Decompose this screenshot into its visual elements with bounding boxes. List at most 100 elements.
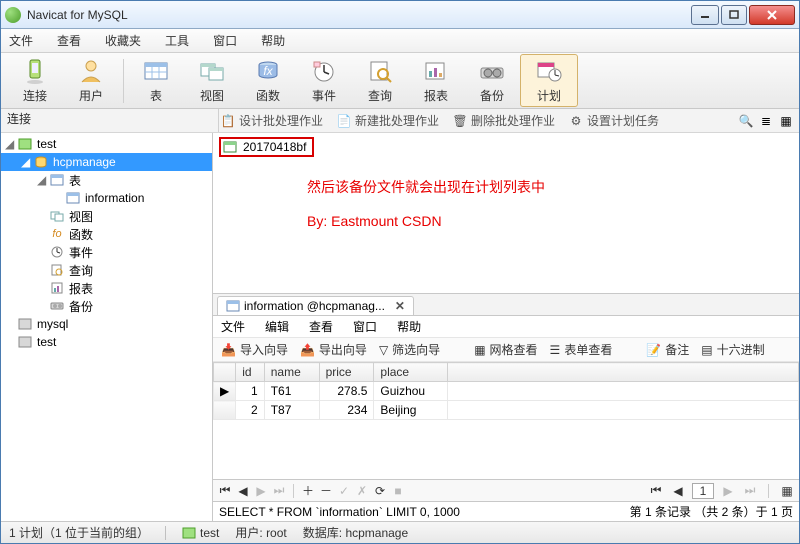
list-view-icon[interactable]: ≣: [759, 114, 773, 128]
form-icon: ☰: [550, 343, 561, 357]
menu-window[interactable]: 窗口: [213, 32, 237, 49]
tree-node-hcpmanage[interactable]: ◢hcpmanage: [1, 153, 212, 171]
tool-export[interactable]: 📤导出向导: [300, 341, 367, 358]
col-id[interactable]: id: [236, 363, 264, 382]
menu-file[interactable]: 文件: [9, 32, 33, 49]
tree-node-tables[interactable]: ◢表: [1, 171, 212, 189]
data-grid[interactable]: id name price place ▶ 1 T61 278.5 Guizho…: [213, 362, 799, 479]
col-price[interactable]: price: [319, 363, 374, 382]
tree-node-information[interactable]: information: [1, 189, 212, 207]
tree-node-funcs[interactable]: fo函数: [1, 225, 212, 243]
page-settings[interactable]: ▦: [779, 483, 795, 499]
col-name[interactable]: name: [264, 363, 319, 382]
table-group-icon: [49, 173, 65, 187]
tabmenu-view[interactable]: 查看: [309, 318, 333, 335]
grid-nav-footer: ⏮ ◀ ▶ ⏭ ＋ － ✓ ✗ ⟳ ■ ⏮ ◀ 1 ▶: [213, 479, 799, 501]
nav-prev[interactable]: ◀: [235, 483, 251, 499]
subtool-new[interactable]: 📄新建批处理作业: [337, 112, 439, 129]
export-icon: 📤: [300, 343, 315, 357]
tabmenu-help[interactable]: 帮助: [397, 318, 421, 335]
tab-strip: information @hcpmanag... ✕: [213, 294, 799, 316]
page-next[interactable]: ▶: [720, 483, 736, 499]
tree-node-mysql[interactable]: mysql: [1, 315, 212, 333]
tab-close-icon[interactable]: ✕: [395, 299, 405, 313]
close-button[interactable]: [749, 5, 795, 25]
nav-refresh[interactable]: ⟳: [372, 483, 388, 499]
subtool-task[interactable]: ⚙设置计划任务: [569, 112, 659, 129]
page-first[interactable]: ⏮: [648, 483, 664, 499]
tree-node-views[interactable]: 视图: [1, 207, 212, 225]
toolbar-query[interactable]: 查询: [352, 55, 408, 106]
server-icon: [182, 527, 196, 539]
table-row[interactable]: 2 T87 234 Beijing: [214, 401, 799, 420]
nav-cancel[interactable]: ✗: [354, 483, 370, 499]
page-num[interactable]: 1: [692, 483, 714, 499]
design-icon: 📋: [221, 114, 235, 128]
subtool-design[interactable]: 📋设计批处理作业: [221, 112, 323, 129]
page-prev[interactable]: ◀: [670, 483, 686, 499]
toolbar-user[interactable]: 用户: [63, 55, 119, 106]
func-icon: fo: [49, 227, 65, 241]
window-title: Navicat for MySQL: [27, 8, 689, 22]
page-last[interactable]: ⏭: [742, 483, 758, 499]
table-row[interactable]: ▶ 1 T61 278.5 Guizhou: [214, 382, 799, 401]
delete-icon: 🗑: [453, 114, 467, 128]
toolbar-table[interactable]: 表: [128, 55, 184, 106]
new-icon: 📄: [337, 114, 351, 128]
nav-apply[interactable]: ✓: [336, 483, 352, 499]
sidebar: ◢test ◢hcpmanage ◢表 information 视图 fo函数 …: [1, 133, 213, 521]
tool-filter[interactable]: ▽筛选向导: [379, 341, 440, 358]
toolbar-plan[interactable]: 计划: [520, 54, 578, 107]
tab-title: information @hcpmanag...: [244, 299, 385, 313]
toolbar-func[interactable]: fx函数: [240, 55, 296, 106]
tree-node-test[interactable]: ◢test: [1, 135, 212, 153]
tree-node-backups[interactable]: 备份: [1, 297, 212, 315]
tree-node-test2[interactable]: test: [1, 333, 212, 351]
memo-icon: 📝: [646, 343, 661, 357]
tool-import[interactable]: 📥导入向导: [221, 341, 288, 358]
plan-file-label: 20170418bf: [243, 140, 306, 154]
col-place[interactable]: place: [374, 363, 448, 382]
detail-view-icon[interactable]: ▦: [779, 114, 793, 128]
sql-text: SELECT * FROM `information` LIMIT 0, 100…: [219, 505, 460, 519]
tool-memo[interactable]: 📝备注: [646, 341, 689, 358]
tab-information[interactable]: information @hcpmanag... ✕: [217, 296, 414, 315]
nav-last[interactable]: ⏭: [271, 483, 287, 499]
toolbar-view[interactable]: 视图: [184, 55, 240, 106]
nav-first[interactable]: ⏮: [217, 483, 233, 499]
nav-del[interactable]: －: [318, 483, 334, 499]
tree-node-events[interactable]: 事件: [1, 243, 212, 261]
menu-fav[interactable]: 收藏夹: [105, 32, 141, 49]
plan-file-item[interactable]: 20170418bf: [219, 137, 314, 157]
menubar: 文件 查看 收藏夹 工具 窗口 帮助: [1, 29, 799, 53]
toolbar-report[interactable]: 报表: [408, 55, 464, 106]
menu-help[interactable]: 帮助: [261, 32, 285, 49]
maximize-button[interactable]: [721, 5, 747, 25]
tool-gridview[interactable]: ▦网格查看: [474, 341, 537, 358]
nav-add[interactable]: ＋: [300, 483, 316, 499]
tree-node-queries[interactable]: 查询: [1, 261, 212, 279]
app-icon: [5, 7, 21, 23]
status-plans: 1 计划（1 位于当前的组）: [9, 524, 149, 541]
search-icon[interactable]: 🔍: [739, 114, 753, 128]
record-info: 第 1 条记录 （共 2 条）于 1 页: [630, 503, 793, 520]
subtool-del[interactable]: 🗑删除批处理作业: [453, 112, 555, 129]
sub-toolbar: 连接 📋设计批处理作业 📄新建批处理作业 🗑删除批处理作业 ⚙设置计划任务 🔍 …: [1, 109, 799, 133]
toolbar-backup[interactable]: 备份: [464, 55, 520, 106]
menu-tools[interactable]: 工具: [165, 32, 189, 49]
tabmenu-window[interactable]: 窗口: [353, 318, 377, 335]
tabmenu-file[interactable]: 文件: [221, 318, 245, 335]
toolbar-connect[interactable]: 连接: [7, 55, 63, 106]
annotation-author: By: Eastmount CSDN: [307, 213, 442, 229]
nav-stop[interactable]: ■: [390, 483, 406, 499]
menu-view[interactable]: 查看: [57, 32, 81, 49]
plan-list-area: 20170418bf 然后该备份文件就会出现在计划列表中 By: Eastmou…: [213, 133, 799, 293]
nav-next[interactable]: ▶: [253, 483, 269, 499]
toolbar-event[interactable]: 事件: [296, 55, 352, 106]
connection-tree: ◢test ◢hcpmanage ◢表 information 视图 fo函数 …: [1, 133, 212, 353]
tool-formview[interactable]: ☰表单查看: [550, 341, 613, 358]
tree-node-reports[interactable]: 报表: [1, 279, 212, 297]
tool-hex[interactable]: ▤十六进制: [701, 341, 764, 358]
minimize-button[interactable]: [691, 5, 719, 25]
tabmenu-edit[interactable]: 编辑: [265, 318, 289, 335]
